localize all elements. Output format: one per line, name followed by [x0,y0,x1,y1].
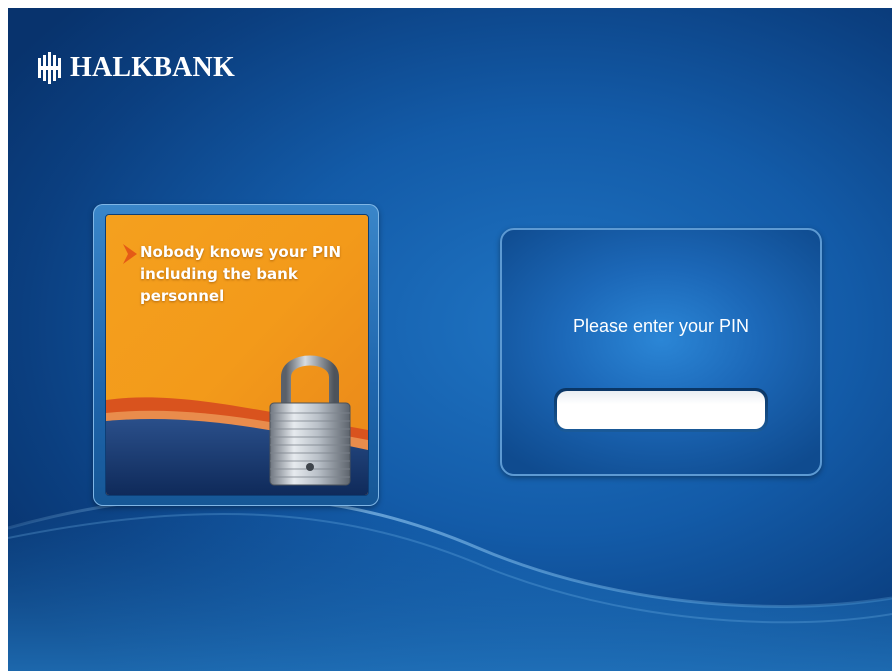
brand-logo: HALKBANK [38,52,235,84]
chevron-right-icon [123,244,137,264]
pin-entry-panel: Please enter your PIN [500,228,822,476]
halkbank-logo-icon [38,52,61,84]
pin-prompt: Please enter your PIN [572,316,750,336]
brand-name: HALKBANK [70,52,235,83]
promo-image: Nobody knows your PIN including the bank… [105,214,369,496]
padlock-icon [269,355,351,486]
atm-screen: HALKBANK Nobody knows your PIN including… [8,8,892,671]
pin-input-frame [554,388,768,432]
pin-input[interactable] [557,391,765,429]
pin-security-promo: Nobody knows your PIN including the bank… [93,204,379,506]
promo-message: Nobody knows your PIN including the bank… [140,243,342,305]
